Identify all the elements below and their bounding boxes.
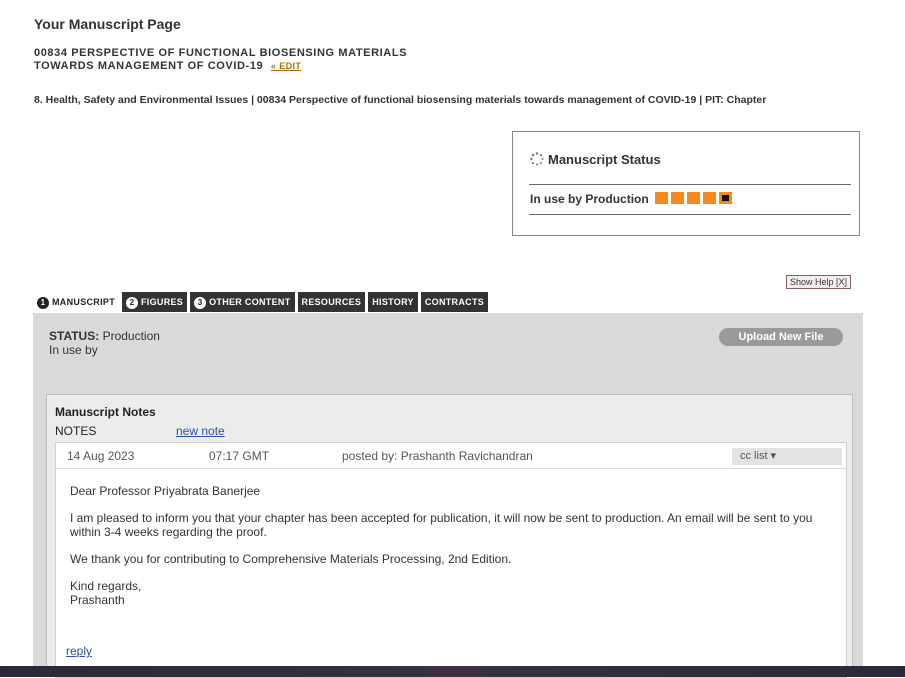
status-key: STATUS: <box>49 329 100 343</box>
note-para1: I am pleased to inform you that your cha… <box>70 511 813 539</box>
tab-bar: 1 MANUSCRIPT 2 FIGURES 3 OTHER CONTENT RESO… <box>33 292 491 312</box>
note-time: 07:17 GMT <box>209 449 270 463</box>
tab-contracts[interactable]: CONTRACTS <box>420 292 489 312</box>
note-author: posted by: Prashanth Ravichandran <box>342 449 533 463</box>
note-greeting: Dear Professor Priyabrata Banerjee <box>70 484 261 498</box>
progress-step <box>687 192 701 204</box>
status-progress <box>652 192 733 206</box>
new-note-link[interactable]: new note <box>176 424 225 438</box>
note-para2: We thank you for contributing to Compreh… <box>70 552 512 566</box>
upload-new-file-button[interactable]: Upload New File <box>719 328 843 346</box>
progress-step <box>703 192 717 204</box>
manuscript-panel: STATUS: Production In use by Upload New … <box>33 313 863 678</box>
in-use-value: Production <box>585 192 649 206</box>
notes-title: Manuscript Notes <box>55 405 156 419</box>
edit-title-link[interactable]: « EDIT <box>271 61 301 71</box>
manuscript-notes: Manuscript Notes NOTES new note 14 Aug 2… <box>46 394 853 678</box>
in-use-row: In use by Production <box>530 192 733 206</box>
notes-label: NOTES <box>55 424 97 438</box>
in-use-label: In use by <box>530 192 583 206</box>
progress-step <box>671 192 685 204</box>
manuscript-status-title: Manuscript Status <box>530 152 661 167</box>
reply-link[interactable]: reply <box>66 644 92 658</box>
progress-step <box>655 192 669 204</box>
breadcrumb: 8. Health, Safety and Environmental Issu… <box>34 94 767 106</box>
show-help-button[interactable]: Show Help [X] <box>786 275 852 289</box>
manuscript-title-line1: 00834 PERSPECTIVE OF FUNCTIONAL BIOSENSI… <box>34 47 408 59</box>
tab-other-content[interactable]: 3 OTHER CONTENT <box>190 292 295 312</box>
status-value: Production <box>102 329 160 343</box>
cc-list-dropdown[interactable]: cc list ▾ <box>732 448 842 465</box>
note-card: 14 Aug 2023 07:17 GMT posted by: Prashan… <box>55 442 847 678</box>
spinner-icon <box>530 152 544 166</box>
tab-history[interactable]: HISTORY <box>368 292 418 312</box>
page-title: Your Manuscript Page <box>34 16 181 32</box>
progress-step <box>719 192 733 204</box>
taskbar-strip <box>0 666 905 677</box>
tab-manuscript[interactable]: 1 MANUSCRIPT <box>33 292 119 312</box>
tab-figures[interactable]: 2 FIGURES <box>122 292 188 312</box>
manuscript-title-line2: TOWARDS MANAGEMENT OF COVID-19 <box>34 60 264 72</box>
manuscript-status-box: Manuscript Status In use by Production <box>512 131 860 236</box>
note-body: Dear Professor Priyabrata Banerjee I am … <box>70 484 830 620</box>
panel-status: STATUS: Production In use by <box>49 329 160 357</box>
manuscript-title: 00834 PERSPECTIVE OF FUNCTIONAL BIOSENSI… <box>34 47 634 73</box>
status-title-text: Manuscript Status <box>548 152 661 167</box>
panel-in-use-by: In use by <box>49 343 98 357</box>
tab-resources[interactable]: RESOURCES <box>297 292 366 312</box>
note-signoff: Kind regards, Prashanth <box>70 579 142 607</box>
note-date: 14 Aug 2023 <box>67 449 135 463</box>
